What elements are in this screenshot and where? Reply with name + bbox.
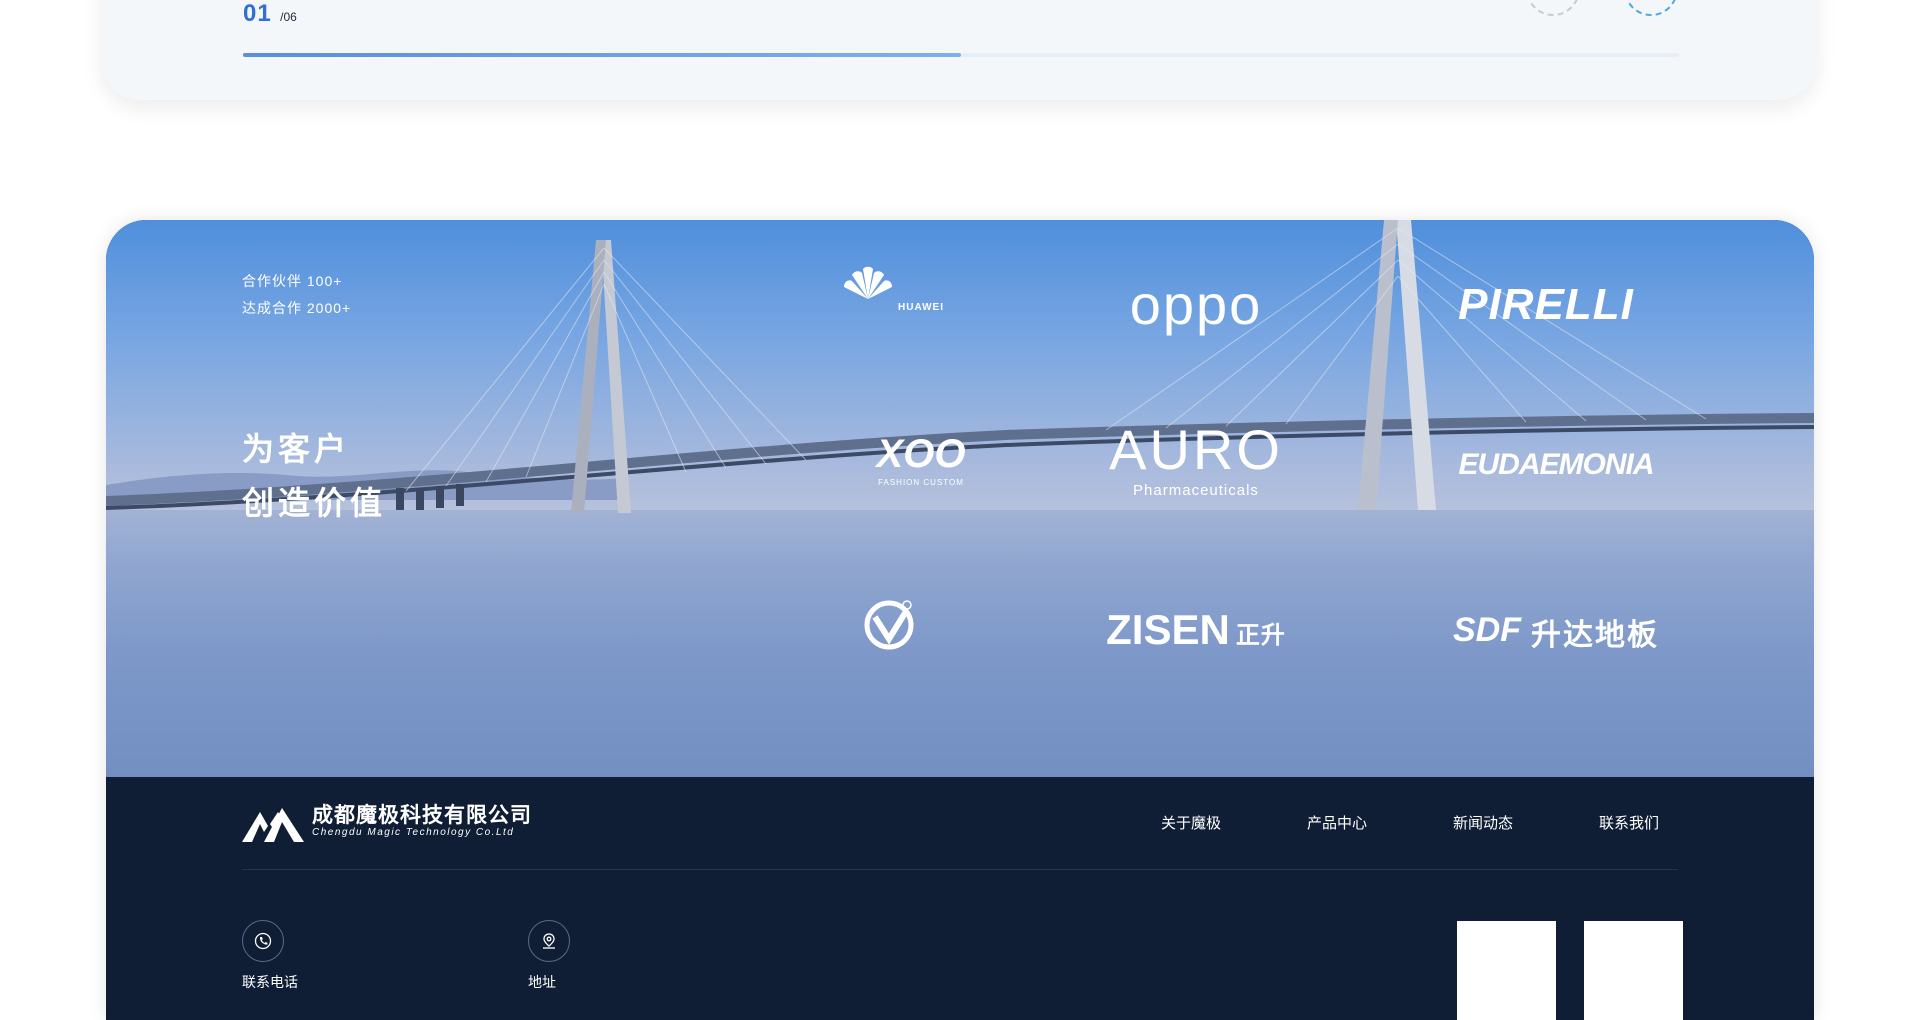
partner-stats: 合作伙伴 100+ 达成合作 2000+	[242, 268, 351, 322]
slide-total: /06	[280, 10, 297, 24]
partner-logo-emblem[interactable]	[861, 595, 981, 665]
footer-nav-contact[interactable]: 联系我们	[1599, 812, 1659, 833]
deals-count: 达成合作 2000+	[242, 300, 352, 316]
slide-current: 01	[243, 0, 272, 27]
partner-name: EUDAEMONIA	[1458, 448, 1654, 481]
emblem-icon	[864, 600, 914, 650]
footer-divider	[242, 869, 1678, 870]
contact-address-label: 地址	[528, 974, 556, 990]
slogan-line1: 为客户	[242, 431, 351, 467]
slide-progress-fill	[243, 53, 961, 57]
company-logo[interactable]: 成都魔极科技有限公司 Chengdu Magic Technology Co.L…	[242, 802, 532, 842]
contact-phone-label: 联系电话	[242, 974, 298, 990]
partner-name: XOO	[876, 431, 966, 476]
footer-nav: 关于魔极 产品中心 新闻动态 联系我们	[1161, 812, 1659, 833]
company-en: Chengdu Magic Technology Co.Ltd	[312, 827, 515, 838]
partner-name: AURO	[1109, 417, 1283, 481]
partner-logo-sdf[interactable]: SDF 升达地板	[1436, 595, 1676, 665]
phone-icon	[242, 920, 284, 962]
partner-logo-xoo[interactable]: XOO FASHION CUSTOM	[841, 425, 1001, 495]
partner-name: HUAWEI	[898, 301, 944, 313]
footer-nav-about[interactable]: 关于魔极	[1161, 812, 1221, 833]
partner-logo-huawei[interactable]: HUAWEI	[841, 265, 1001, 345]
slide-progress-track	[243, 53, 1679, 57]
partner-logo-oppo[interactable]: oppo	[1081, 265, 1311, 345]
company-name: 成都魔极科技有限公司	[312, 804, 532, 827]
partner-logo-pirelli[interactable]: PIRELLI	[1436, 265, 1656, 345]
partner-sub: FASHION CUSTOM	[878, 477, 964, 487]
partners-count: 合作伙伴 100+	[242, 273, 343, 289]
site-footer: 成都魔极科技有限公司 Chengdu Magic Technology Co.L…	[106, 777, 1814, 1020]
location-icon	[528, 920, 570, 962]
slide-counter: 01 /06	[243, 0, 297, 28]
partner-logo-zisen[interactable]: ZISEN 正升	[1081, 595, 1311, 665]
partner-name: SDF	[1453, 611, 1521, 649]
partner-sub: 正升	[1235, 621, 1286, 649]
footer-nav-products[interactable]: 产品中心	[1307, 812, 1367, 833]
partner-logo-auro[interactable]: AURO Pharmaceuticals	[1081, 420, 1311, 500]
company-logo-icon	[242, 808, 304, 842]
slider-card: 01 /06	[101, 0, 1817, 100]
slide-next-button[interactable]	[1624, 0, 1678, 16]
partner-sub: Pharmaceuticals	[1133, 481, 1259, 499]
footer-nav-news[interactable]: 新闻动态	[1453, 812, 1513, 833]
qr-code-1	[1457, 921, 1556, 1020]
partner-sub: 升达地板	[1531, 619, 1659, 652]
contact-address: 地址	[528, 920, 570, 992]
partners-hero: 合作伙伴 100+ 达成合作 2000+ 为客户 创造价值 HUAWEI opp…	[106, 220, 1814, 777]
qr-code-2	[1584, 921, 1683, 1020]
huawei-icon	[844, 266, 892, 299]
partner-name: PIRELLI	[1458, 280, 1634, 329]
partners-section: 合作伙伴 100+ 达成合作 2000+ 为客户 创造价值 HUAWEI opp…	[106, 220, 1814, 1020]
partner-name: oppo	[1129, 273, 1263, 336]
partner-name: ZISEN	[1106, 606, 1230, 653]
slogan: 为客户 创造价值	[242, 422, 386, 530]
partner-logo-eudaemonia[interactable]: EUDAEMONIA	[1436, 430, 1676, 500]
slide-prev-button[interactable]	[1526, 0, 1580, 16]
contact-phone: 联系电话	[242, 920, 298, 992]
slogan-line2: 创造价值	[242, 485, 387, 521]
